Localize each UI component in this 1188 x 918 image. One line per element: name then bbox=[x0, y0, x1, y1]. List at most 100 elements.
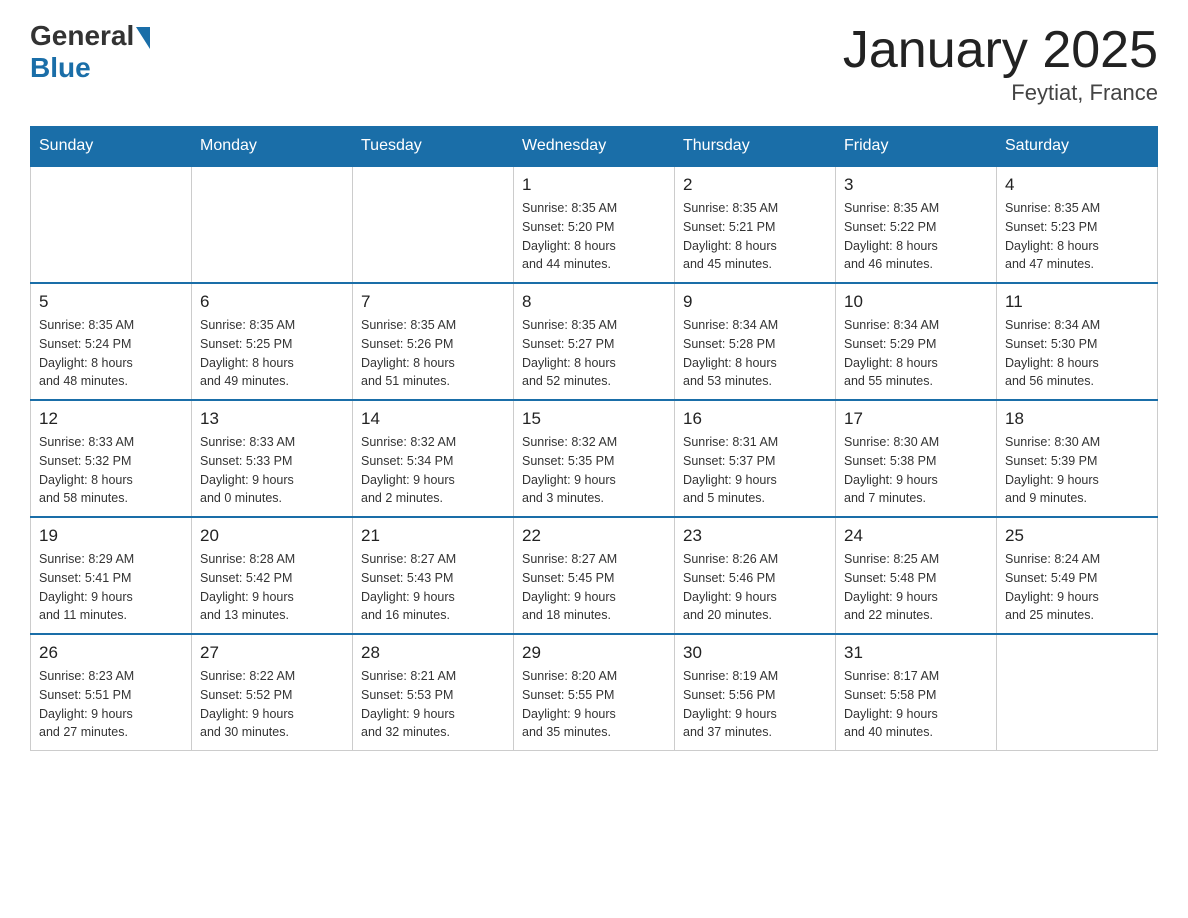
day-info: Sunrise: 8:27 AM Sunset: 5:43 PM Dayligh… bbox=[361, 550, 505, 625]
day-info: Sunrise: 8:17 AM Sunset: 5:58 PM Dayligh… bbox=[844, 667, 988, 742]
day-info: Sunrise: 8:32 AM Sunset: 5:34 PM Dayligh… bbox=[361, 433, 505, 508]
day-info: Sunrise: 8:19 AM Sunset: 5:56 PM Dayligh… bbox=[683, 667, 827, 742]
calendar-cell: 27 Sunrise: 8:22 AM Sunset: 5:52 PM Dayli… bbox=[192, 634, 353, 751]
day-number: 1 bbox=[522, 175, 666, 195]
day-number: 9 bbox=[683, 292, 827, 312]
calendar-cell: 20Sunrise: 8:28 AM Sunset: 5:42 PM Dayli… bbox=[192, 517, 353, 634]
calendar-cell: 23 Sunrise: 8:26 AM Sunset: 5:46 PM Dayli… bbox=[675, 517, 836, 634]
day-info: Sunrise: 8:33 AM Sunset: 5:33 PM Dayligh… bbox=[200, 433, 344, 508]
day-info: Sunrise: 8:29 AM Sunset: 5:41 PM Dayligh… bbox=[39, 550, 183, 625]
calendar-cell: 18 Sunrise: 8:30 AM Sunset: 5:39 PM Dayli… bbox=[997, 400, 1158, 517]
day-info: Sunrise: 8:32 AM Sunset: 5:35 PM Dayligh… bbox=[522, 433, 666, 508]
calendar-title: January 2025 bbox=[843, 20, 1158, 80]
calendar-cell: 12 Sunrise: 8:33 AM Sunset: 5:32 PM Dayli… bbox=[31, 400, 192, 517]
week-row-3: 12 Sunrise: 8:33 AM Sunset: 5:32 PM Dayli… bbox=[31, 400, 1158, 517]
day-info: Sunrise: 8:31 AM Sunset: 5:37 PM Dayligh… bbox=[683, 433, 827, 508]
day-info: Sunrise: 8:35 AM Sunset: 5:26 PM Dayligh… bbox=[361, 316, 505, 391]
day-header-wednesday: Wednesday bbox=[514, 127, 675, 167]
day-info: Sunrise: 8:27 AM Sunset: 5:45 PM Dayligh… bbox=[522, 550, 666, 625]
day-number: 14 bbox=[361, 409, 505, 429]
day-info: Sunrise: 8:35 AM Sunset: 5:27 PM Dayligh… bbox=[522, 316, 666, 391]
day-number: 13 bbox=[200, 409, 344, 429]
calendar-cell: 9 Sunrise: 8:34 AM Sunset: 5:28 PM Daylig… bbox=[675, 283, 836, 400]
day-info: Sunrise: 8:35 AM Sunset: 5:25 PM Dayligh… bbox=[200, 316, 344, 391]
page-header: General Blue January 2025 Feytiat, Franc… bbox=[30, 20, 1158, 106]
week-row-5: 26Sunrise: 8:23 AM Sunset: 5:51 PM Dayli… bbox=[31, 634, 1158, 751]
day-header-tuesday: Tuesday bbox=[353, 127, 514, 167]
day-number: 8 bbox=[522, 292, 666, 312]
day-header-thursday: Thursday bbox=[675, 127, 836, 167]
day-header-saturday: Saturday bbox=[997, 127, 1158, 167]
day-number: 23 bbox=[683, 526, 827, 546]
logo: General Blue bbox=[30, 20, 150, 84]
day-number: 21 bbox=[361, 526, 505, 546]
calendar-cell: 2Sunrise: 8:35 AM Sunset: 5:21 PM Daylig… bbox=[675, 166, 836, 283]
day-number: 12 bbox=[39, 409, 183, 429]
calendar-cell: 10Sunrise: 8:34 AM Sunset: 5:29 PM Dayli… bbox=[836, 283, 997, 400]
day-info: Sunrise: 8:35 AM Sunset: 5:24 PM Dayligh… bbox=[39, 316, 183, 391]
calendar-cell: 24Sunrise: 8:25 AM Sunset: 5:48 PM Dayli… bbox=[836, 517, 997, 634]
day-info: Sunrise: 8:28 AM Sunset: 5:42 PM Dayligh… bbox=[200, 550, 344, 625]
day-info: Sunrise: 8:34 AM Sunset: 5:30 PM Dayligh… bbox=[1005, 316, 1149, 391]
day-info: Sunrise: 8:35 AM Sunset: 5:23 PM Dayligh… bbox=[1005, 199, 1149, 274]
calendar-cell: 4 Sunrise: 8:35 AM Sunset: 5:23 PM Daylig… bbox=[997, 166, 1158, 283]
day-info: Sunrise: 8:33 AM Sunset: 5:32 PM Dayligh… bbox=[39, 433, 183, 508]
calendar-cell: 16Sunrise: 8:31 AM Sunset: 5:37 PM Dayli… bbox=[675, 400, 836, 517]
day-number: 30 bbox=[683, 643, 827, 663]
day-number: 17 bbox=[844, 409, 988, 429]
calendar-location: Feytiat, France bbox=[843, 80, 1158, 106]
day-number: 31 bbox=[844, 643, 988, 663]
calendar-cell: 15 Sunrise: 8:32 AM Sunset: 5:35 PM Dayli… bbox=[514, 400, 675, 517]
title-section: January 2025 Feytiat, France bbox=[843, 20, 1158, 106]
day-number: 29 bbox=[522, 643, 666, 663]
day-number: 10 bbox=[844, 292, 988, 312]
day-number: 3 bbox=[844, 175, 988, 195]
calendar-cell: 5Sunrise: 8:35 AM Sunset: 5:24 PM Daylig… bbox=[31, 283, 192, 400]
week-row-2: 5Sunrise: 8:35 AM Sunset: 5:24 PM Daylig… bbox=[31, 283, 1158, 400]
calendar-cell: 13 Sunrise: 8:33 AM Sunset: 5:33 PM Dayli… bbox=[192, 400, 353, 517]
calendar-cell bbox=[997, 634, 1158, 751]
calendar-cell: 14 Sunrise: 8:32 AM Sunset: 5:34 PM Dayli… bbox=[353, 400, 514, 517]
calendar-cell: 8 Sunrise: 8:35 AM Sunset: 5:27 PM Daylig… bbox=[514, 283, 675, 400]
day-info: Sunrise: 8:30 AM Sunset: 5:38 PM Dayligh… bbox=[844, 433, 988, 508]
day-number: 22 bbox=[522, 526, 666, 546]
day-number: 18 bbox=[1005, 409, 1149, 429]
logo-general-text: General bbox=[30, 20, 134, 52]
calendar-header-row: SundayMondayTuesdayWednesdayThursdayFrid… bbox=[31, 127, 1158, 167]
calendar-cell: 26Sunrise: 8:23 AM Sunset: 5:51 PM Dayli… bbox=[31, 634, 192, 751]
day-header-sunday: Sunday bbox=[31, 127, 192, 167]
calendar-cell: 25 Sunrise: 8:24 AM Sunset: 5:49 PM Dayli… bbox=[997, 517, 1158, 634]
day-number: 25 bbox=[1005, 526, 1149, 546]
day-info: Sunrise: 8:35 AM Sunset: 5:22 PM Dayligh… bbox=[844, 199, 988, 274]
day-info: Sunrise: 8:30 AM Sunset: 5:39 PM Dayligh… bbox=[1005, 433, 1149, 508]
calendar-cell: 21 Sunrise: 8:27 AM Sunset: 5:43 PM Dayli… bbox=[353, 517, 514, 634]
day-info: Sunrise: 8:24 AM Sunset: 5:49 PM Dayligh… bbox=[1005, 550, 1149, 625]
calendar-cell: 30 Sunrise: 8:19 AM Sunset: 5:56 PM Dayli… bbox=[675, 634, 836, 751]
day-number: 15 bbox=[522, 409, 666, 429]
logo-arrow-icon bbox=[136, 27, 150, 49]
day-number: 6 bbox=[200, 292, 344, 312]
day-info: Sunrise: 8:20 AM Sunset: 5:55 PM Dayligh… bbox=[522, 667, 666, 742]
day-number: 26 bbox=[39, 643, 183, 663]
calendar-cell: 7Sunrise: 8:35 AM Sunset: 5:26 PM Daylig… bbox=[353, 283, 514, 400]
day-number: 24 bbox=[844, 526, 988, 546]
logo-blue-text: Blue bbox=[30, 52, 91, 84]
calendar-cell: 19 Sunrise: 8:29 AM Sunset: 5:41 PM Dayli… bbox=[31, 517, 192, 634]
day-number: 2 bbox=[683, 175, 827, 195]
day-number: 4 bbox=[1005, 175, 1149, 195]
calendar-cell: 28Sunrise: 8:21 AM Sunset: 5:53 PM Dayli… bbox=[353, 634, 514, 751]
day-info: Sunrise: 8:22 AM Sunset: 5:52 PM Dayligh… bbox=[200, 667, 344, 742]
calendar-cell: 1 Sunrise: 8:35 AM Sunset: 5:20 PM Daylig… bbox=[514, 166, 675, 283]
calendar-cell: 29 Sunrise: 8:20 AM Sunset: 5:55 PM Dayli… bbox=[514, 634, 675, 751]
calendar-table: SundayMondayTuesdayWednesdayThursdayFrid… bbox=[30, 126, 1158, 751]
calendar-cell bbox=[353, 166, 514, 283]
calendar-cell bbox=[192, 166, 353, 283]
day-header-monday: Monday bbox=[192, 127, 353, 167]
day-info: Sunrise: 8:35 AM Sunset: 5:20 PM Dayligh… bbox=[522, 199, 666, 274]
day-info: Sunrise: 8:26 AM Sunset: 5:46 PM Dayligh… bbox=[683, 550, 827, 625]
day-number: 11 bbox=[1005, 292, 1149, 312]
day-number: 19 bbox=[39, 526, 183, 546]
day-number: 27 bbox=[200, 643, 344, 663]
day-number: 28 bbox=[361, 643, 505, 663]
day-info: Sunrise: 8:34 AM Sunset: 5:28 PM Dayligh… bbox=[683, 316, 827, 391]
